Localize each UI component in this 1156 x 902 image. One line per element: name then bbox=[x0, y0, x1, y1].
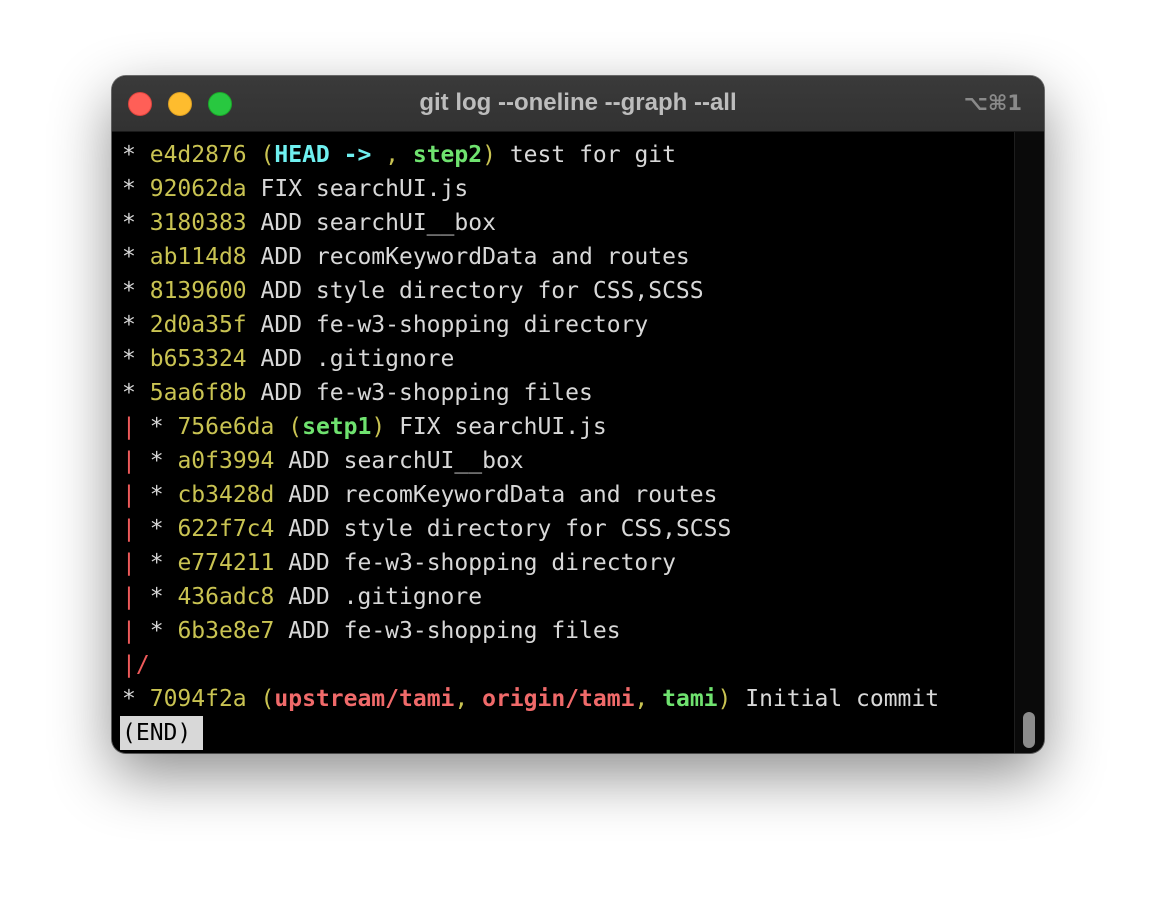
graph-marker: | * bbox=[122, 584, 164, 610]
log-line: | * 6b3e8e7 ADD fe-w3-shopping files bbox=[122, 614, 939, 648]
graph-marker: * bbox=[122, 244, 136, 270]
window-shortcut: ⌥⌘1 bbox=[963, 91, 1022, 115]
log-line: | * e774211 ADD fe-w3-shopping directory bbox=[122, 546, 939, 580]
graph-marker: | * bbox=[122, 448, 164, 474]
window-title: git log --oneline --graph --all bbox=[419, 89, 737, 116]
branch-ref: origin/tami bbox=[482, 686, 635, 712]
ref-open-paren: ( bbox=[260, 686, 275, 712]
title-bar[interactable]: git log --oneline --graph --all ⌥⌘1 bbox=[112, 76, 1044, 132]
terminal-window: git log --oneline --graph --all ⌥⌘1 * e4… bbox=[112, 76, 1044, 753]
scrollbar-thumb[interactable] bbox=[1023, 712, 1035, 748]
commit-message: ADD recomKeywordData and routes bbox=[260, 244, 690, 270]
graph-marker: * bbox=[122, 176, 136, 202]
commit-hash: 5aa6f8b bbox=[149, 380, 247, 406]
commit-message: ADD searchUI__box bbox=[288, 448, 524, 474]
log-line: | * a0f3994 ADD searchUI__box bbox=[122, 444, 939, 478]
ref-separator: , bbox=[634, 686, 663, 712]
branch-ref: tami bbox=[662, 686, 718, 712]
ref-separator: , bbox=[385, 142, 413, 168]
log-line: | * 756e6da (setp1) FIX searchUI.js bbox=[122, 410, 939, 444]
log-line: * ab114d8 ADD recomKeywordData and route… bbox=[122, 240, 939, 274]
ref-close-paren: ) bbox=[482, 142, 496, 168]
pager-line: (END) bbox=[120, 716, 939, 750]
commit-hash: 92062da bbox=[149, 176, 247, 202]
commit-hash: 8139600 bbox=[149, 278, 247, 304]
graph-marker: * bbox=[122, 380, 136, 406]
graph-marker: * bbox=[122, 210, 136, 236]
branch-ref: setp1 bbox=[302, 414, 372, 440]
terminal-scrollbar[interactable] bbox=[1014, 132, 1044, 753]
commit-message: ADD .gitignore bbox=[288, 584, 483, 610]
commit-hash: 436adc8 bbox=[177, 584, 275, 610]
log-line: * 3180383 ADD searchUI__box bbox=[122, 206, 939, 240]
commit-hash: 756e6da bbox=[177, 414, 275, 440]
graph-marker: |/ bbox=[122, 652, 150, 678]
ref-open-paren: ( bbox=[260, 142, 275, 168]
terminal-output[interactable]: * e4d2876 (HEAD -> , step2) test for git… bbox=[112, 132, 1014, 753]
commit-hash: b653324 bbox=[149, 346, 247, 372]
log-line: * b653324 ADD .gitignore bbox=[122, 342, 939, 376]
commit-hash: a0f3994 bbox=[177, 448, 275, 474]
commit-message: FIX searchUI.js bbox=[399, 414, 607, 440]
pager-end-marker: (END) bbox=[120, 716, 204, 750]
commit-message: ADD .gitignore bbox=[260, 346, 455, 372]
ref-close-paren: ) bbox=[371, 414, 386, 440]
log-line: | * 622f7c4 ADD style directory for CSS,… bbox=[122, 512, 939, 546]
commit-message: Initial commit bbox=[745, 686, 940, 712]
commit-message: ADD recomKeywordData and routes bbox=[288, 482, 718, 508]
log-line: | * cb3428d ADD recomKeywordData and rou… bbox=[122, 478, 939, 512]
commit-hash: e4d2876 bbox=[149, 142, 247, 168]
branch-ref: step2 bbox=[412, 142, 483, 168]
commit-hash: cb3428d bbox=[177, 482, 275, 508]
commit-message: ADD fe-w3-shopping directory bbox=[288, 550, 676, 576]
log-line: * 92062da FIX searchUI.js bbox=[122, 172, 939, 206]
commit-hash: 7094f2a bbox=[149, 686, 247, 712]
commit-hash: ab114d8 bbox=[149, 244, 247, 270]
graph-marker: | * bbox=[122, 516, 164, 542]
commit-hash: 3180383 bbox=[149, 210, 247, 236]
commit-hash: 6b3e8e7 bbox=[177, 618, 275, 644]
graph-marker: * bbox=[122, 142, 136, 168]
commit-hash: 2d0a35f bbox=[149, 312, 247, 338]
graph-marker: * bbox=[122, 312, 136, 338]
log-line: * 5aa6f8b ADD fe-w3-shopping files bbox=[122, 376, 939, 410]
commit-hash: 622f7c4 bbox=[177, 516, 275, 542]
git-log-output: * e4d2876 (HEAD -> , step2) test for git… bbox=[120, 138, 939, 750]
commit-message: ADD style directory for CSS,SCSS bbox=[288, 516, 732, 542]
ref-separator: , bbox=[454, 686, 483, 712]
commit-message: ADD searchUI__box bbox=[260, 210, 496, 236]
log-line: * 2d0a35f ADD fe-w3-shopping directory bbox=[122, 308, 939, 342]
graph-marker: | * bbox=[122, 414, 164, 440]
graph-marker: * bbox=[122, 346, 136, 372]
commit-message: ADD fe-w3-shopping directory bbox=[260, 312, 649, 338]
ref-open-paren: ( bbox=[288, 414, 303, 440]
graph-marker: | * bbox=[122, 550, 164, 576]
graph-marker: | * bbox=[122, 618, 164, 644]
commit-message: ADD fe-w3-shopping files bbox=[288, 618, 621, 644]
graph-marker: * bbox=[122, 686, 136, 712]
graph-marker: * bbox=[122, 278, 136, 304]
commit-message: ADD style directory for CSS,SCSS bbox=[260, 278, 704, 304]
log-line: * 8139600 ADD style directory for CSS,SC… bbox=[122, 274, 939, 308]
ref-close-paren: ) bbox=[717, 686, 732, 712]
commit-message: test for git bbox=[509, 142, 676, 168]
commit-hash: e774211 bbox=[177, 550, 275, 576]
branch-ref: upstream/tami bbox=[274, 686, 455, 712]
commit-message: FIX searchUI.js bbox=[260, 176, 469, 202]
log-line: | * 436adc8 ADD .gitignore bbox=[122, 580, 939, 614]
graph-marker: | * bbox=[122, 482, 164, 508]
log-line: * 7094f2a (upstream/tami, origin/tami, t… bbox=[122, 682, 939, 716]
branch-ref: HEAD -> bbox=[274, 142, 386, 168]
log-line: * e4d2876 (HEAD -> , step2) test for git bbox=[122, 138, 939, 172]
log-line: |/ bbox=[122, 648, 939, 682]
commit-message: ADD fe-w3-shopping files bbox=[260, 380, 593, 406]
